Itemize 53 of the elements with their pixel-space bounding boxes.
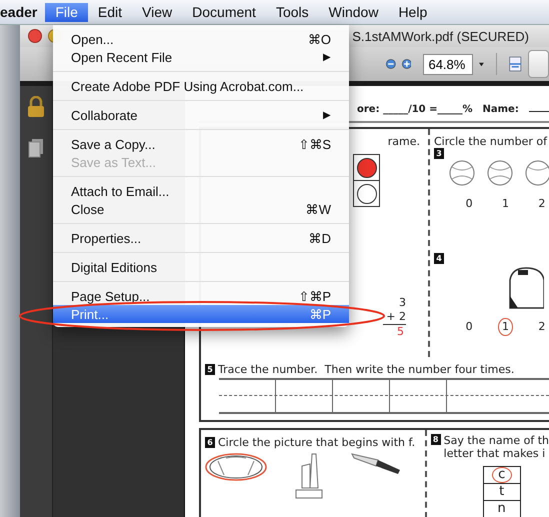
letter-choice: t [498,484,506,500]
app-menu[interactable]: eader [0,4,46,20]
letter-choice: n [496,501,507,517]
answer-choice: 2 [537,196,546,212]
answer-choice: 0 [464,196,474,212]
menu-item[interactable]: Save a Copy... ⇧⌘S [53,135,349,153]
menu-item[interactable]: Close ⌘W [53,200,349,218]
menu-item[interactable]: Page Setup... ⇧⌘P [53,287,349,305]
window-title: S.1stAMWork.pdf (SECURED) [352,28,529,44]
pages-icon[interactable] [28,138,44,158]
question-number: 5 [205,364,215,375]
question-number: 8 [430,434,441,445]
menu-item[interactable]: Tools [266,2,319,22]
menu-item[interactable]: Document [182,2,266,22]
instruction-text: Circle the number of [434,135,548,148]
menu-item[interactable]: View [132,2,182,22]
menu-item[interactable]: Print... ⌘P [53,305,349,323]
menu-item[interactable]: Digital Editions [53,258,349,276]
zoom-in-icon[interactable] [402,57,412,71]
instruction-text: Circle the picture that begins with f. [218,436,416,449]
answer-choice: 0 [464,319,474,335]
question-number: 4 [434,253,444,264]
letter-choice: c [492,467,512,483]
menu-item[interactable]: Help [388,2,438,22]
answer-choice: 2 [537,319,546,335]
menu-item[interactable]: File [45,2,88,22]
menu-item[interactable]: Attach to Email... [53,182,349,200]
menu-item[interactable]: Properties... ⌘D [53,229,349,247]
menu-item[interactable]: Collaborate ▶ [53,106,349,124]
score-label: ore: _____/10 =_____% [357,104,473,115]
instruction-text: Say the name of th [444,434,549,447]
addend-text: 3 [399,296,406,310]
question-number: 3 [434,148,444,159]
name-label: Name: [482,104,519,115]
menu-item[interactable]: Window [318,2,388,22]
instruction-text: letter that makes i [444,447,546,460]
instruction-text: Trace the number. Then write the number four times. [218,363,514,376]
addend-text: + 2 [386,310,406,324]
menu-item[interactable]: Edit [88,2,132,22]
close-button[interactable] [28,29,42,43]
menu-item[interactable]: Open... ⌘O [53,30,349,48]
instruction-text: rame. [388,135,420,148]
answer-choice: 1 [498,318,513,336]
menu-item[interactable]: Open Recent File ▶ [53,48,349,66]
toolbar-button[interactable] [528,50,549,78]
answer-choice: 1 [500,196,510,212]
lock-icon[interactable] [27,96,45,118]
question-number: 6 [205,437,215,448]
zoom-field[interactable]: 64.8% [423,54,474,74]
dropdown-caret-icon[interactable] [479,62,484,66]
zoom-out-icon[interactable] [386,57,396,71]
menu-item[interactable]: Create Adobe PDF Using Acrobat.com... [53,77,349,95]
answer-text: 5 [383,324,406,339]
